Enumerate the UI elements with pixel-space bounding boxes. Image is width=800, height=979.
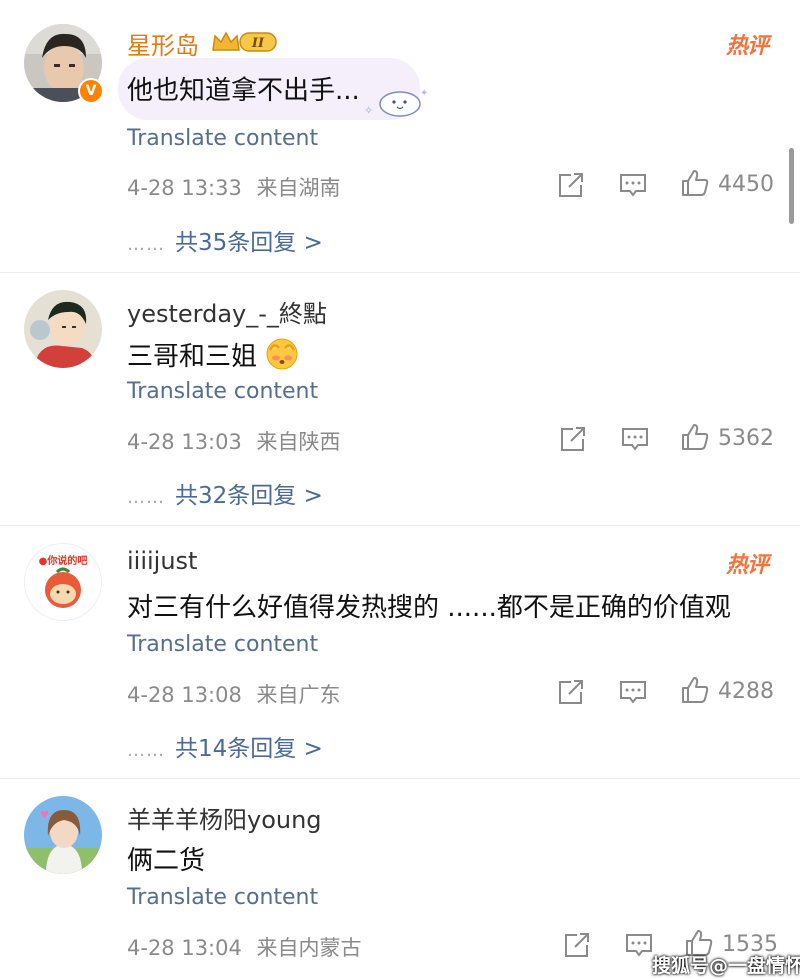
svg-text:II: II	[251, 36, 265, 51]
embarrassed-emoji-icon	[266, 338, 298, 370]
avatar[interactable]: ♥	[24, 796, 102, 874]
replies-label: 共32条回复 >	[175, 483, 323, 509]
comment-meta: 4-28 13:08 来自广东	[127, 679, 341, 709]
comment-item: yesterday_-_終點 三哥和三姐 Translate content 4…	[0, 272, 800, 526]
comment-location: 来自内蒙古	[256, 936, 362, 960]
hot-comment-tag: 热评	[726, 33, 769, 59]
comment-location: 来自陕西	[256, 430, 341, 454]
comment-location: 来自广东	[256, 683, 341, 707]
comment-meta: 4-28 13:03 来自陕西	[127, 426, 341, 456]
comment-time: 4-28 13:03	[127, 430, 242, 454]
replies-label: 共14条回复 >	[175, 736, 323, 762]
view-replies-link[interactable]: …… 共32条回复 >	[127, 476, 323, 510]
watermark: 搜狐号@一盘情怀	[652, 955, 800, 977]
like-count: 4450	[718, 172, 774, 197]
avatar[interactable]	[24, 290, 102, 368]
like-count: 5362	[718, 426, 774, 451]
ellipsis-dots: ……	[127, 234, 165, 255]
comment-text: 三哥和三姐	[127, 336, 257, 373]
username[interactable]: iiiijust	[127, 547, 197, 575]
username[interactable]: 羊羊羊杨阳young	[127, 800, 322, 835]
username[interactable]: 星形岛	[127, 26, 199, 61]
comment-text: 他也知道拿不出手...	[127, 70, 360, 107]
replies-label: 共35条回复 >	[175, 230, 323, 256]
share-icon[interactable]	[562, 930, 592, 960]
svg-text:♥: ♥	[40, 810, 49, 821]
comment-time: 4-28 13:33	[127, 176, 242, 200]
ellipsis-dots: ……	[127, 487, 165, 508]
comment-text-body: 俩二货	[127, 846, 206, 876]
thumbs-up-icon[interactable]	[680, 422, 710, 452]
comment-meta: 4-28 13:04 来自内蒙古	[127, 932, 362, 962]
verified-badge-icon: V	[78, 78, 104, 104]
comment-text: 对三有什么好值得发热搜的 ......都不是正确的价值观	[127, 587, 731, 624]
comment-icon[interactable]	[620, 424, 650, 454]
comment-text-body: 他也知道拿不出手...	[127, 76, 360, 106]
comment-text-body: 三哥和三姐	[127, 342, 258, 372]
comment-time: 4-28 13:08	[127, 683, 242, 707]
svg-text:●你说的吧: ●你说的吧	[39, 554, 88, 567]
thumbs-up-icon[interactable]	[680, 168, 710, 198]
comment-icon[interactable]	[618, 170, 648, 200]
thumbs-up-icon[interactable]	[680, 675, 710, 705]
comment-location: 来自湖南	[256, 176, 341, 200]
comment-item: V 星形岛 II 热评 他也知道拿不出手... ✧ ✦ Translate co…	[0, 0, 800, 273]
share-icon[interactable]	[556, 677, 586, 707]
comment-text-body: 对三有什么好值得发热搜的 ......都不是正确的价值观	[127, 593, 731, 623]
comment-text: 俩二货	[127, 840, 205, 877]
translate-link[interactable]: Translate content	[127, 632, 318, 657]
translate-link[interactable]: Translate content	[127, 885, 318, 910]
comment-icon[interactable]	[618, 677, 648, 707]
comment-feed: V 星形岛 II 热评 他也知道拿不出手... ✧ ✦ Translate co…	[0, 0, 800, 979]
comment-meta: 4-28 13:33 来自湖南	[127, 172, 341, 202]
view-replies-link[interactable]: …… 共14条回复 >	[127, 729, 323, 763]
like-count: 4288	[718, 679, 774, 704]
comment-item: ♥ 羊羊羊杨阳young 俩二货 Translate content 4-28 …	[0, 778, 800, 979]
view-replies-link[interactable]: …… 共35条回复 >	[127, 223, 323, 257]
comment-time: 4-28 13:04	[127, 936, 242, 960]
translate-link[interactable]: Translate content	[127, 379, 318, 404]
translate-link[interactable]: Translate content	[127, 126, 318, 151]
svg-text:✦: ✦	[420, 88, 428, 99]
comment-icon[interactable]	[624, 930, 654, 960]
hot-comment-tag: 热评	[726, 552, 769, 578]
share-icon[interactable]	[556, 170, 586, 200]
share-icon[interactable]	[558, 424, 588, 454]
ellipsis-dots: ……	[127, 740, 165, 761]
vip-crown-badge-icon: II	[212, 31, 277, 52]
comment-item: ●你说的吧 iiiijust 热评 对三有什么好值得发热搜的 ......都不是…	[0, 525, 800, 779]
svg-text:✧: ✧	[364, 104, 373, 117]
sticker-decoration-icon: ✧ ✦	[364, 88, 428, 117]
avatar[interactable]: ●你说的吧	[24, 543, 102, 621]
username[interactable]: yesterday_-_終點	[127, 294, 327, 329]
